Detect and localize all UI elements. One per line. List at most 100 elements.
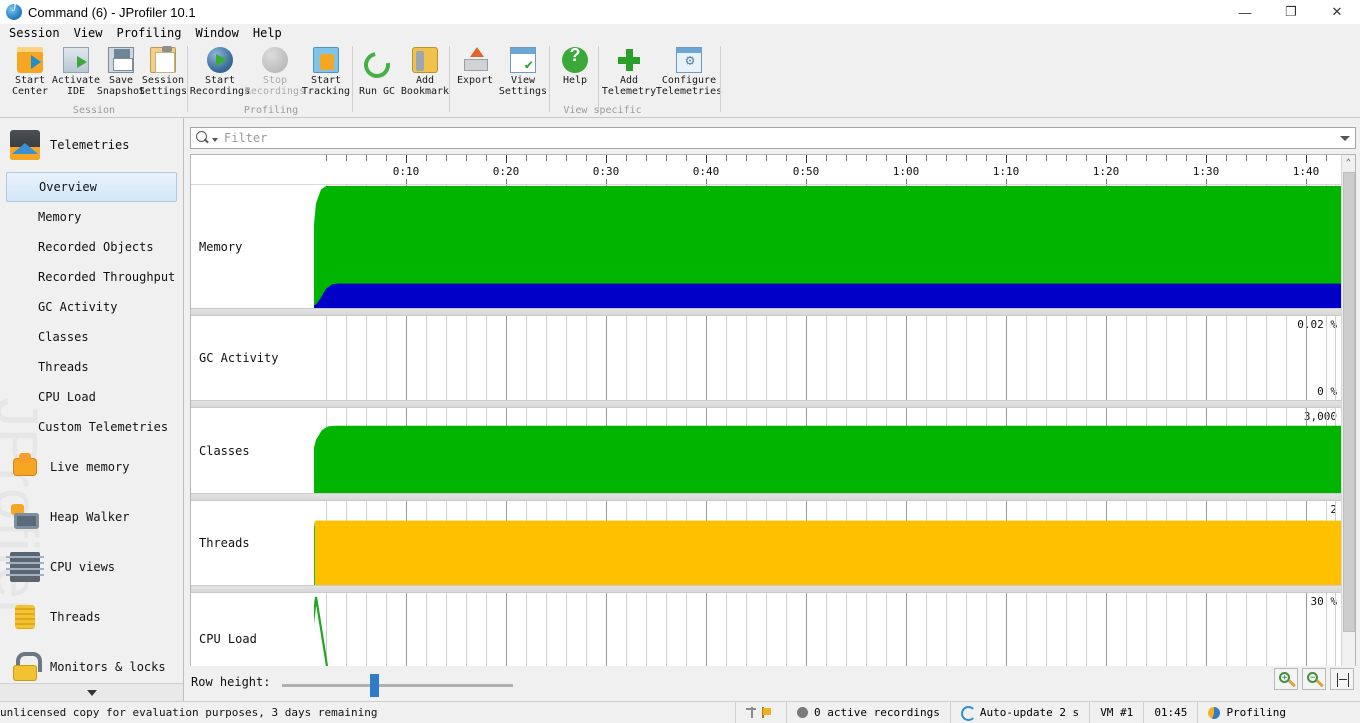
sidebar-item-overview[interactable]: Overview bbox=[6, 172, 177, 202]
add-bookmark-icon bbox=[412, 47, 438, 73]
sidebar-section-label-monitors-locks: Monitors & locks bbox=[50, 660, 166, 674]
telemetry-row[interactable]: Threads20 bbox=[191, 501, 1343, 585]
minimize-button[interactable]: — bbox=[1222, 0, 1268, 24]
toolbar-stop-recordings-line2: Recordings bbox=[244, 86, 306, 97]
toolbar-run-gc[interactable]: Run GC bbox=[354, 44, 400, 106]
maximize-button[interactable]: ❐ bbox=[1268, 0, 1314, 24]
ruler-minor-tick bbox=[566, 155, 567, 161]
sidebar-section-telemetries[interactable]: Telemetries bbox=[0, 118, 183, 172]
ruler-minor-tick bbox=[446, 155, 447, 161]
profiling-label: Profiling bbox=[1226, 706, 1287, 719]
sidebar-item-recorded-throughput[interactable]: Recorded Throughput bbox=[6, 262, 177, 292]
filter-bar[interactable]: Filter bbox=[190, 127, 1356, 149]
sidebar-section-threads[interactable]: Threads bbox=[0, 592, 183, 642]
row-plot[interactable] bbox=[314, 185, 1343, 308]
toolbar-group-session: Start Center Activate IDE Save Snapshot Ses… bbox=[0, 42, 188, 118]
toolbar-activate-ide-line2: IDE bbox=[66, 86, 86, 97]
sidebar-item-custom-telemetries[interactable]: Custom Telemetries bbox=[6, 412, 177, 442]
monitors-locks-icon bbox=[10, 652, 42, 682]
sidebar-item-memory[interactable]: Memory bbox=[6, 202, 177, 232]
sidebar-section-cpu-views[interactable]: CPU views bbox=[0, 542, 183, 592]
toolbar-separator-3 bbox=[449, 46, 450, 112]
fit-button[interactable] bbox=[1330, 668, 1354, 690]
filter-dropdown-icon[interactable] bbox=[1339, 132, 1351, 144]
toolbar-stop-recordings[interactable]: Stop Recordings bbox=[244, 44, 306, 106]
ruler-minor-tick bbox=[546, 155, 547, 161]
sidebar-item-label: Recorded Objects bbox=[38, 240, 154, 254]
sidebar-item-label: Classes bbox=[38, 330, 89, 344]
menu-window[interactable]: Window bbox=[189, 24, 246, 42]
toolbar-stop-recordings-line1: Stop bbox=[262, 75, 288, 86]
ruler-minor-tick bbox=[966, 155, 967, 161]
filter-input[interactable]: Filter bbox=[224, 131, 267, 145]
sidebar-item-gc-activity[interactable]: GC Activity bbox=[6, 292, 177, 322]
ruler-major-tick bbox=[1006, 155, 1007, 163]
telemetry-row[interactable]: GC Activity0.02 %0 % bbox=[191, 316, 1343, 400]
toolbar-start-recordings[interactable]: Start Recordings bbox=[190, 44, 250, 106]
time-ruler[interactable]: 0:10 0:20 0:30 0:40 0:50 1:00 1:10 1:20 1:30 1:40 bbox=[191, 155, 1343, 185]
row-height-slider[interactable] bbox=[282, 674, 513, 697]
app-icon bbox=[6, 3, 22, 20]
sidebar-item-cpu-load[interactable]: CPU Load bbox=[6, 382, 177, 412]
row-plot[interactable] bbox=[314, 408, 1343, 493]
toolbar-session-settings[interactable]: Session Settings bbox=[135, 44, 191, 106]
row-label: CPU Load bbox=[199, 632, 257, 646]
search-icon bbox=[195, 130, 211, 146]
jprofiler-window: Command (6) - JProfiler 10.1 — ❐ ✕ Sessi… bbox=[0, 0, 1360, 723]
vscroll-thumb[interactable] bbox=[1343, 172, 1355, 632]
sidebar-item-recorded-objects[interactable]: Recorded Objects bbox=[6, 232, 177, 262]
toolbar-view-settings[interactable]: ViewSettings bbox=[497, 44, 549, 106]
row-plot[interactable] bbox=[314, 316, 1343, 400]
session-settings-icon bbox=[150, 46, 176, 73]
ruler-minor-tick bbox=[526, 155, 527, 161]
row-separator bbox=[191, 308, 1343, 316]
window-controls: — ❐ ✕ bbox=[1222, 0, 1360, 24]
toolbar-separator-4 bbox=[549, 46, 550, 112]
bookmark-cell[interactable] bbox=[735, 701, 786, 723]
toolbar-add-bookmark[interactable]: Add Bookmark bbox=[400, 44, 450, 106]
start-tracking-icon bbox=[313, 47, 339, 73]
ruler-minor-tick bbox=[586, 155, 587, 161]
flag-orange-icon bbox=[761, 707, 772, 718]
row-plot[interactable] bbox=[314, 501, 1343, 585]
auto-update-cell[interactable]: Auto-update 2 s bbox=[949, 701, 1089, 723]
row-height-slider-knob[interactable] bbox=[370, 674, 379, 697]
sidebar-section-label-telemetries: Telemetries bbox=[50, 138, 130, 152]
ruler-minor-tick bbox=[766, 155, 767, 161]
zoom-in-button[interactable]: + bbox=[1274, 668, 1298, 690]
sidebar-item-classes[interactable]: Classes bbox=[6, 322, 177, 352]
sidebar-item-label: Recorded Throughput bbox=[38, 270, 176, 284]
telemetry-row[interactable]: Classes3,0000 bbox=[191, 408, 1343, 493]
row-separator bbox=[191, 400, 1343, 408]
sync-icon bbox=[960, 706, 976, 721]
recordings-cell[interactable]: 0 active recordings bbox=[786, 701, 950, 723]
menu-session[interactable]: Session bbox=[2, 24, 67, 42]
toolbar-help[interactable]: Help bbox=[551, 44, 599, 106]
sidebar-item-threads[interactable]: Threads bbox=[6, 352, 177, 382]
toolbar-export[interactable]: Export bbox=[451, 44, 499, 106]
vertical-scrollbar[interactable]: ⌃ ⌄ bbox=[1341, 155, 1355, 723]
chevron-down-icon[interactable] bbox=[212, 138, 218, 142]
scroll-up-button[interactable]: ⌃ bbox=[1342, 155, 1355, 171]
chart-footer: Row height: + − bbox=[185, 666, 1360, 701]
toolbar-configure-telemetries[interactable]: ConfigureTelemetries bbox=[656, 44, 722, 106]
toolbar-separator-6 bbox=[720, 46, 721, 112]
auto-update-label: Auto-update 2 s bbox=[979, 706, 1080, 719]
toolbar-start-tracking[interactable]: Start Tracking bbox=[299, 44, 353, 106]
toolbar-export-label: Export bbox=[456, 75, 494, 86]
menu-profiling[interactable]: Profiling bbox=[109, 24, 188, 42]
zoom-out-button[interactable]: − bbox=[1302, 668, 1326, 690]
menu-view[interactable]: View bbox=[67, 24, 110, 42]
ruler-tick-label: 0:40 bbox=[692, 165, 720, 178]
sidebar-section-heap-walker[interactable]: Heap Walker bbox=[0, 492, 183, 542]
ruler-minor-tick bbox=[866, 155, 867, 161]
menu-help[interactable]: Help bbox=[246, 24, 289, 42]
configure-telemetries-icon bbox=[676, 47, 703, 73]
sidebar-scroll-down-button[interactable] bbox=[0, 683, 183, 701]
start-center-icon bbox=[17, 47, 43, 73]
sidebar-section-live-memory[interactable]: Live memory bbox=[0, 442, 183, 492]
telemetry-row[interactable]: Memory70 MB0 MB bbox=[191, 185, 1343, 308]
toolbar-add-telemetry[interactable]: Add Telemetry bbox=[600, 44, 658, 106]
vm-cell: VM #1 bbox=[1089, 701, 1143, 723]
close-button[interactable]: ✕ bbox=[1314, 0, 1360, 24]
